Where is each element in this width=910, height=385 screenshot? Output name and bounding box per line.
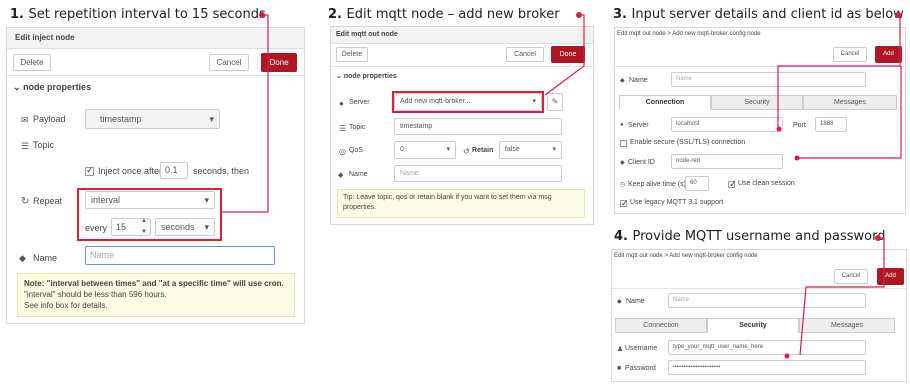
connector-end-dot [784,353,790,359]
connector-step1 [222,14,269,213]
connector-step3-server [777,14,901,128]
annotation-connectors [222,14,902,359]
connector-end-dot [794,155,800,161]
connector-step3-client [797,66,902,159]
connector-step4 [799,237,885,356]
connector-end-dot [776,126,782,132]
connector-step2 [544,14,585,96]
